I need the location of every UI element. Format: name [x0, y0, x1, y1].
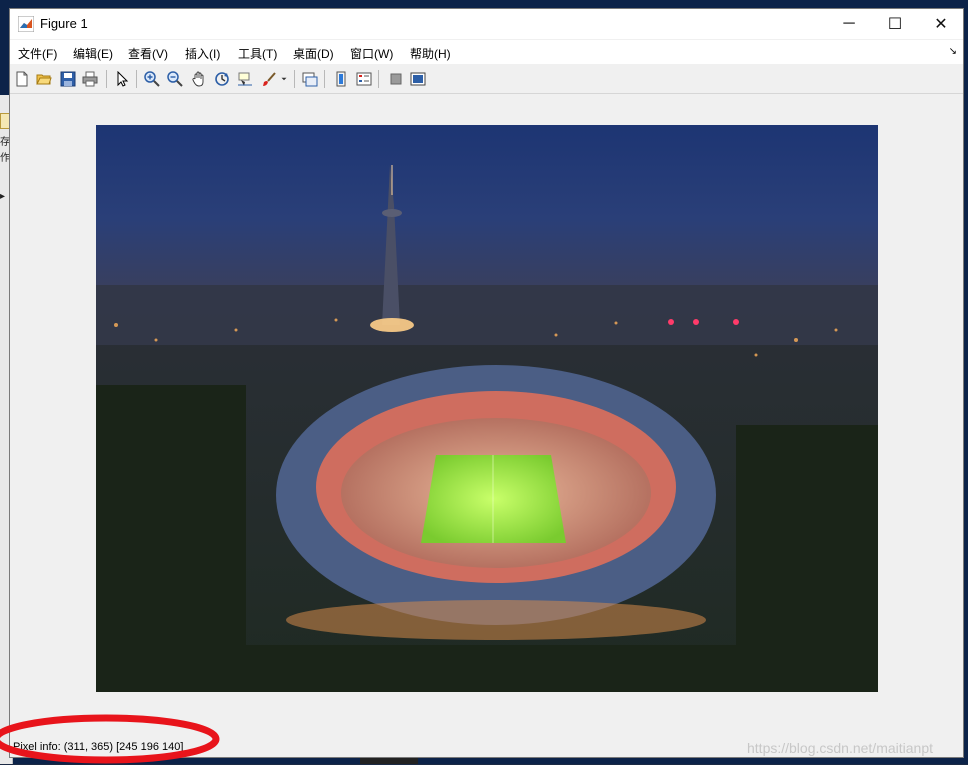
red-annotation-ellipse [0, 714, 220, 764]
title-bar[interactable]: Figure 1 ─ ☐ ✕ [10, 9, 963, 39]
toolbar-separator [294, 70, 295, 88]
link-plot-icon[interactable] [300, 69, 320, 89]
toolbar-separator [378, 70, 379, 88]
dock-arrow-icon[interactable]: ↘ [949, 46, 957, 57]
minimize-button[interactable]: ─ [826, 9, 872, 39]
menu-desktop[interactable]: 桌面(D) [293, 45, 334, 62]
menu-tools[interactable]: 工具(T) [238, 45, 277, 62]
background-taskbar-item [360, 757, 418, 764]
toolbar-separator [324, 70, 325, 88]
sky [96, 125, 878, 295]
menu-window[interactable]: 窗口(W) [350, 45, 393, 62]
rotate-3d-icon[interactable] [212, 69, 232, 89]
window-title: Figure 1 [40, 16, 88, 31]
data-cursor-icon[interactable] [235, 69, 255, 89]
pan-icon[interactable] [189, 69, 209, 89]
edit-plot-icon[interactable] [112, 69, 132, 89]
menu-insert[interactable]: 插入(I) [185, 45, 220, 62]
menu-file[interactable]: 文件(F) [18, 45, 57, 62]
brush-icon[interactable] [259, 69, 279, 89]
brush-dropdown-icon[interactable] [279, 69, 289, 89]
hide-plot-tools-icon[interactable] [386, 69, 406, 89]
legend-icon[interactable] [354, 69, 374, 89]
menu-help[interactable]: 帮助(H) [410, 45, 451, 62]
background-arrow: ▸ [0, 191, 6, 202]
menu-bar: 文件(F) 编辑(E) 查看(V) 插入(I) 工具(T) 桌面(D) 窗口(W… [10, 40, 963, 64]
maximize-icon: ☐ [887, 16, 903, 33]
new-figure-icon[interactable] [12, 69, 32, 89]
stadium-photo[interactable] [96, 125, 878, 692]
print-icon[interactable] [80, 69, 100, 89]
colorbar-icon[interactable] [331, 69, 351, 89]
close-icon: ✕ [934, 16, 948, 33]
figure-window: Figure 1 ─ ☐ ✕ 文件(F) 编辑(E) 查看(V) 插入(I) 工… [9, 8, 964, 758]
zoom-in-icon[interactable] [142, 69, 162, 89]
matlab-icon [17, 15, 35, 33]
toolbar-separator [136, 70, 137, 88]
close-button[interactable]: ✕ [918, 9, 964, 39]
minimize-icon: ─ [843, 15, 855, 32]
toolbar-separator [106, 70, 107, 88]
save-icon[interactable] [58, 69, 78, 89]
menu-edit[interactable]: 编辑(E) [73, 45, 113, 62]
show-plot-tools-icon[interactable] [408, 69, 428, 89]
watermark-text: https://blog.csdn.net/maitianpt [747, 740, 933, 756]
menu-view[interactable]: 查看(V) [128, 45, 168, 62]
zoom-out-icon[interactable] [165, 69, 185, 89]
maximize-button[interactable]: ☐ [872, 9, 918, 39]
city-skyline [96, 285, 878, 345]
figure-toolbar [10, 65, 963, 94]
open-file-icon[interactable] [34, 69, 54, 89]
figure-canvas[interactable]: Pixel info: (311, 365) [245 196 140] htt… [10, 94, 963, 757]
